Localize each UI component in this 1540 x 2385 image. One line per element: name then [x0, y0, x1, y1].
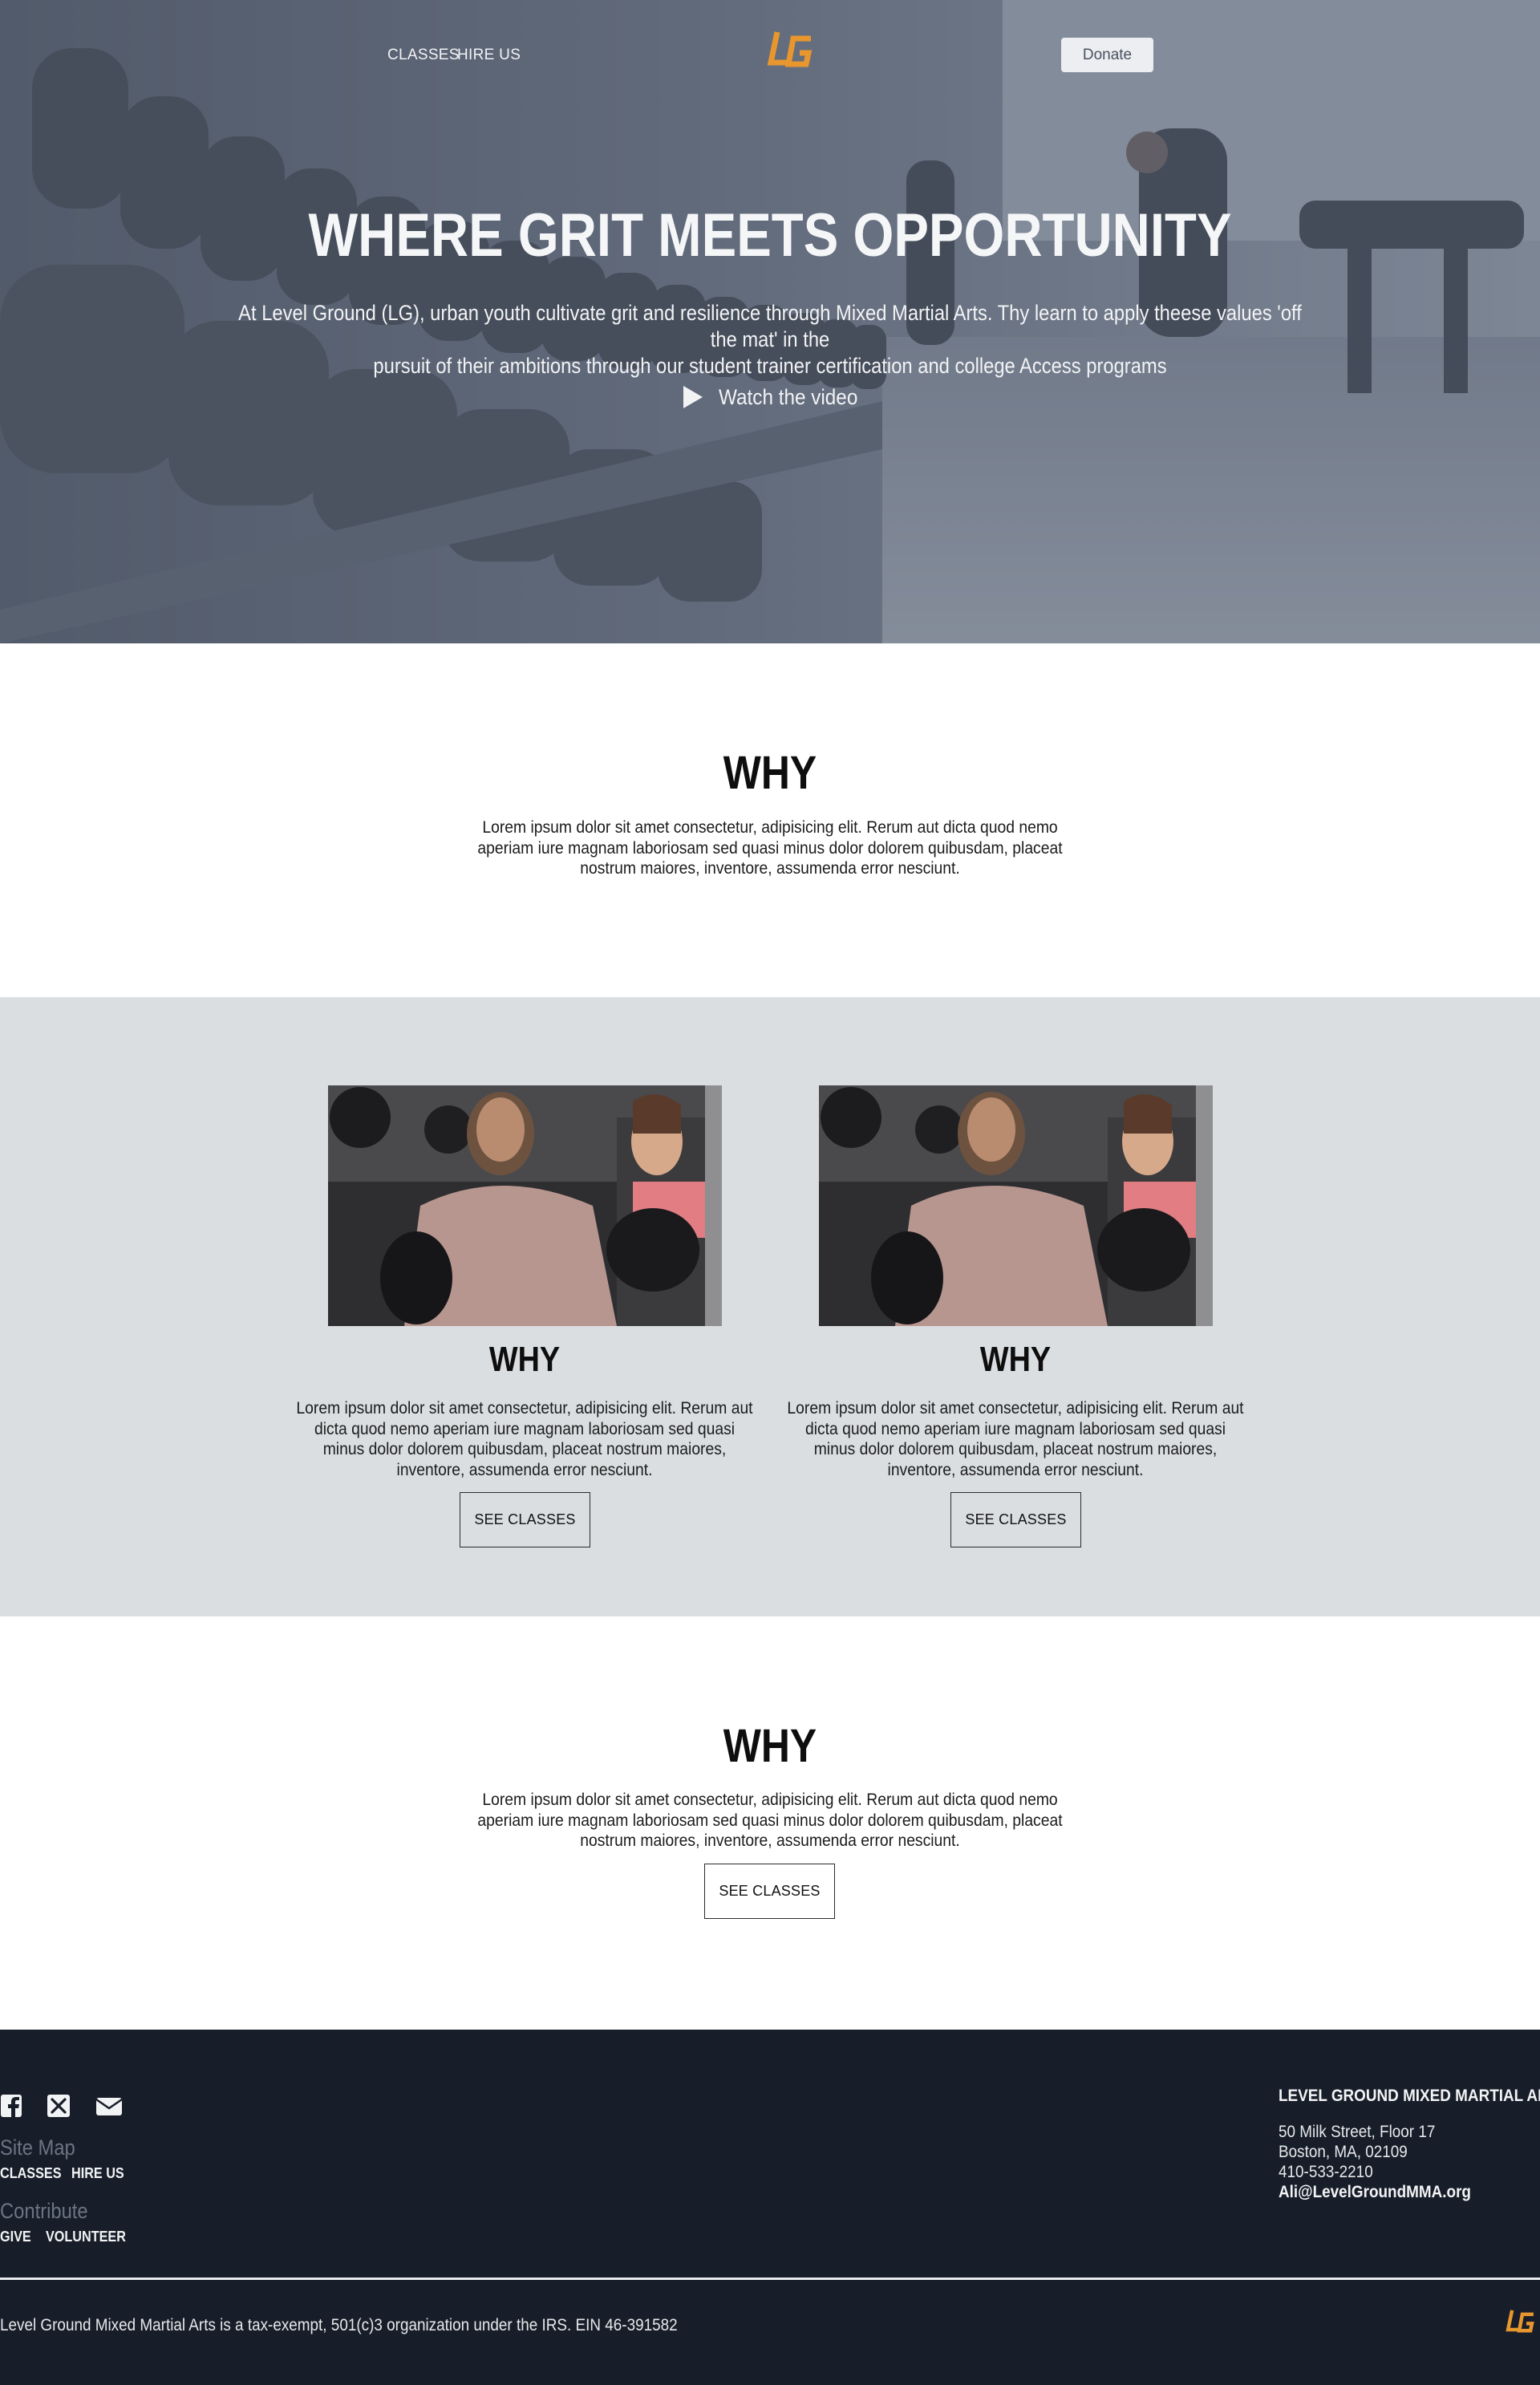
hero: CLASSES HIRE US Donate WHERE GRIT MEETS …	[0, 0, 1540, 643]
why-section-2-text: Lorem ipsum dolor sit amet consectetur, …	[477, 1791, 1063, 1850]
boxing-photo-1	[328, 1085, 722, 1326]
footer-phone: 410-533-2210	[1279, 2163, 1373, 2181]
card-title-2: WHY	[979, 1340, 1052, 1379]
why-section-title: WHY	[723, 747, 817, 799]
see-classes-button-2[interactable]: SEE CLASSES	[950, 1492, 1081, 1547]
see-classes-button-1[interactable]: SEE CLASSES	[460, 1492, 590, 1547]
email-icon[interactable]	[95, 2094, 124, 2118]
card-text-1: Lorem ipsum dolor sit amet consectetur, …	[296, 1399, 753, 1479]
nav-classes-link[interactable]: CLASSES	[387, 47, 460, 64]
watch-video-link[interactable]: Watch the video	[682, 383, 873, 412]
card-image-1	[328, 1085, 722, 1326]
boxing-photo-2	[819, 1085, 1213, 1326]
watch-video-label: Watch the video	[719, 384, 858, 409]
footer-legal-text: Level Ground Mixed Martial Arts is a tax…	[0, 2316, 678, 2334]
footer-org-name: LEVEL GROUND MIXED MARTIAL ARTS	[1279, 2087, 1540, 2105]
see-classes-button-3[interactable]: SEE CLASSES	[704, 1864, 835, 1919]
donate-button[interactable]: Donate	[1061, 38, 1153, 72]
footer-classes-link[interactable]: CLASSES	[0, 2165, 62, 2182]
hero-description-line-1: At Level Ground (LG), urban youth cultiv…	[238, 301, 1302, 351]
site-map-heading: Site Map	[0, 2136, 75, 2160]
play-icon	[683, 386, 703, 408]
hero-description: At Level Ground (LG), urban youth cultiv…	[226, 300, 1313, 379]
contribute-heading: Contribute	[0, 2199, 88, 2223]
lg-logo-icon[interactable]	[766, 27, 816, 80]
nav-hire-us-link[interactable]: HIRE US	[457, 47, 521, 64]
x-icon[interactable]	[47, 2094, 71, 2118]
footer-address-line-1: 50 Milk Street, Floor 17	[1279, 2123, 1436, 2141]
hero-title: WHERE GRIT MEETS OPPORTUNITY	[308, 201, 1232, 270]
card-image-2	[819, 1085, 1213, 1326]
footer-give-link[interactable]: GIVE	[0, 2229, 31, 2245]
why-section-text: Lorem ipsum dolor sit amet consectetur, …	[477, 818, 1063, 878]
footer-hire-us-link[interactable]: HIRE US	[71, 2165, 124, 2182]
footer-address-line-2: Boston, MA, 02109	[1279, 2143, 1408, 2161]
hero-description-line-2: pursuit of their ambitions through our s…	[373, 354, 1167, 378]
card-title-1: WHY	[488, 1340, 561, 1379]
card-text-2: Lorem ipsum dolor sit amet consectetur, …	[787, 1399, 1244, 1479]
facebook-icon[interactable]	[0, 2094, 22, 2118]
lg-logo-footer-icon[interactable]	[1505, 2307, 1537, 2341]
cards-band	[0, 997, 1540, 1616]
why-section-2-title: WHY	[723, 1720, 817, 1772]
footer-divider	[0, 2278, 1540, 2280]
footer-email-link[interactable]: Ali@LevelGroundMMA.org	[1279, 2183, 1471, 2202]
footer-volunteer-link[interactable]: VOLUNTEER	[46, 2229, 126, 2245]
